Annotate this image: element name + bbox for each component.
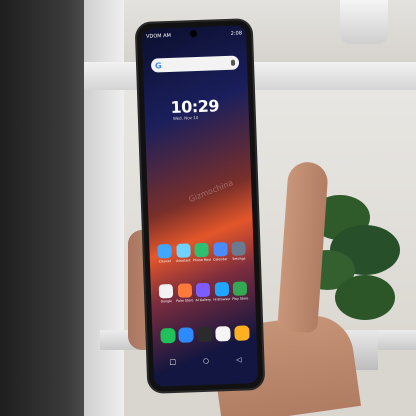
app-label: Play Store: [232, 296, 249, 301]
app-settings[interactable]: Settings: [229, 241, 248, 261]
app-photos[interactable]: Photos: [232, 325, 251, 341]
clock-time: 10:29: [170, 96, 220, 117]
photos-icon: [233, 325, 250, 341]
app-hi-browser[interactable]: Hi Browser: [212, 282, 231, 302]
status-battery-text: 2:08: [230, 30, 243, 37]
clock-date: Wed, Nov 10: [172, 115, 199, 121]
smartphone: VDOM AM 2:08 G 10:29 Wed, Nov 10 Gizmoch…: [136, 20, 264, 392]
app-ai-gallery[interactable]: AI Gallery: [194, 282, 213, 303]
hi-browser-icon: [214, 282, 229, 297]
google-search-bar[interactable]: G: [150, 55, 240, 73]
cleaner-icon: [157, 244, 172, 259]
app-calendar[interactable]: Calendar: [211, 242, 230, 262]
watermark: Gizmochina: [187, 178, 235, 205]
app-dock: PhoneMessagesCameraChromePhotos: [158, 325, 251, 344]
app-label: Calendar: [213, 257, 228, 262]
google-logo: G: [154, 60, 162, 70]
calendar-icon: [212, 242, 228, 257]
app-row-1: Cleaner Assistant Phone Master Calendar Sett…: [155, 241, 248, 263]
app-label: Hi Browser: [213, 296, 231, 302]
app-label: Settings: [232, 256, 246, 261]
home-button[interactable]: ○: [203, 357, 209, 365]
photo-scene: VDOM AM 2:08 G 10:29 Wed, Nov 10 Gizmoch…: [0, 0, 416, 416]
status-left-text: VDOM AM: [145, 32, 171, 40]
camera-icon: [196, 326, 213, 343]
app-cleaner[interactable]: Cleaner: [155, 244, 174, 264]
recent-apps-button[interactable]: □: [169, 358, 176, 366]
app-play-store[interactable]: Play Store: [231, 281, 250, 301]
cup: [340, 0, 388, 44]
app-label: AI Gallery: [195, 297, 212, 303]
app-camera[interactable]: Camera: [195, 326, 214, 343]
phone-master-icon: [194, 242, 209, 258]
app-palm-store[interactable]: Palm Store: [175, 283, 194, 303]
palm-store-icon: [177, 283, 192, 298]
phone-screen: VDOM AM 2:08 G 10:29 Wed, Nov 10 Gizmoch…: [141, 25, 259, 387]
mic-icon[interactable]: [230, 59, 236, 66]
chrome-icon: [215, 326, 231, 342]
app-label: Phone Master: [192, 257, 211, 263]
ai-gallery-icon: [195, 282, 211, 298]
app-row-2: Google Palm Store AI Gallery Hi Browser Play…: [157, 281, 250, 303]
google-icon: [158, 284, 174, 299]
assistant-icon: [175, 243, 191, 258]
app-label: Palm Store: [176, 298, 194, 303]
navigation-bar: □ ○ ◁: [169, 356, 241, 367]
app-google[interactable]: Google: [157, 284, 176, 304]
app-phone[interactable]: Phone: [158, 327, 177, 344]
app-assistant[interactable]: Assistant: [174, 243, 193, 263]
phone-icon: [159, 327, 176, 344]
messages-icon: [178, 327, 194, 343]
play-store-icon: [232, 281, 248, 296]
back-button[interactable]: ◁: [236, 356, 242, 364]
settings-icon: [231, 241, 246, 256]
app-label: Google: [160, 299, 172, 304]
app-label: Assistant: [176, 258, 191, 263]
app-messages[interactable]: Messages: [177, 327, 196, 343]
app-chrome[interactable]: Chrome: [214, 326, 233, 342]
app-label: Cleaner: [158, 259, 172, 264]
app-phone-master[interactable]: Phone Master: [192, 242, 211, 263]
